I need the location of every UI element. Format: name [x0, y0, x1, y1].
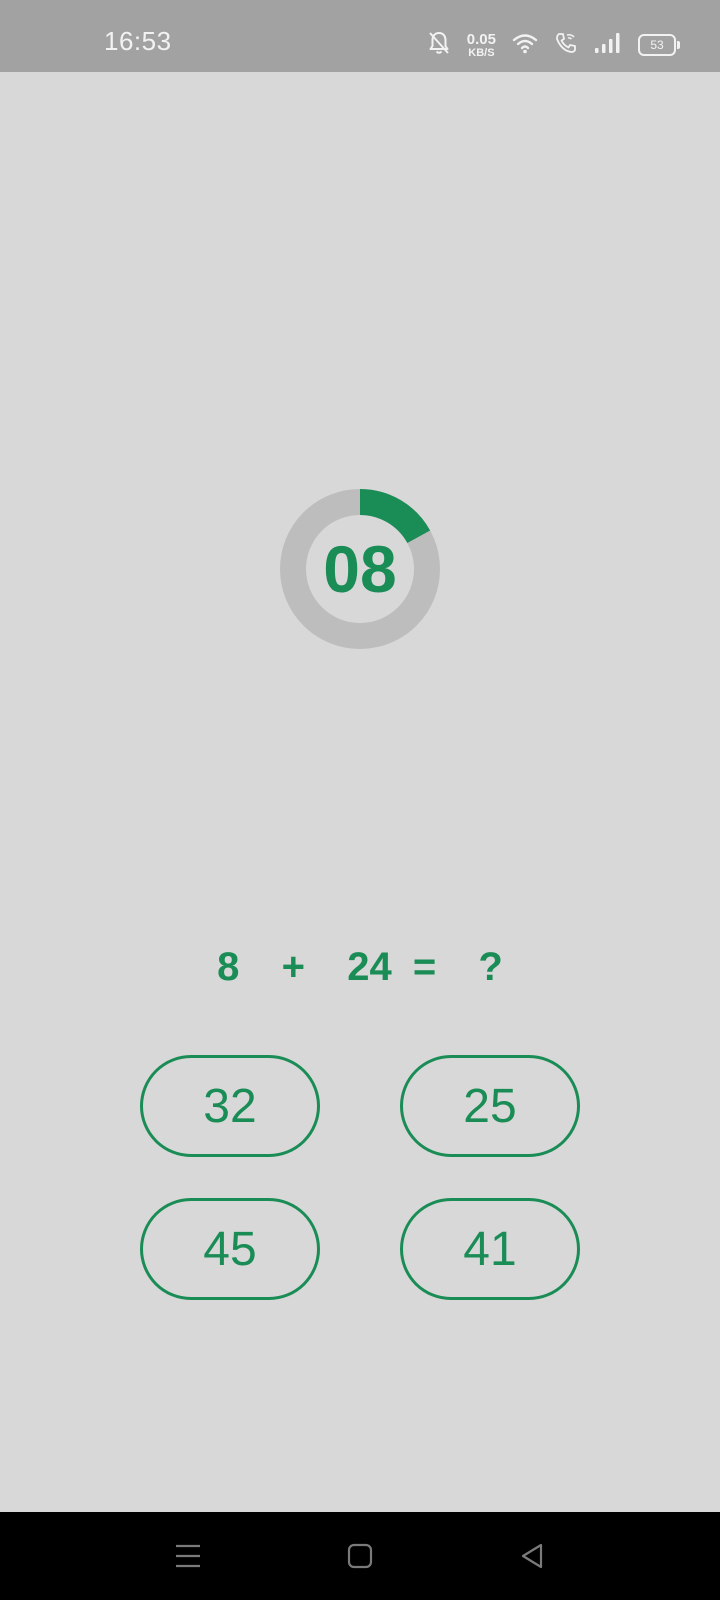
menu-icon [176, 1544, 200, 1568]
network-speed-value: 0.05 [466, 30, 496, 48]
math-question: 8 + 24 = ? [217, 945, 503, 989]
answer-button-2[interactable]: 25 [400, 1055, 580, 1157]
nav-menu-button[interactable] [164, 1532, 212, 1580]
network-speed-unit: KB/S [468, 46, 495, 59]
wifi-icon [512, 32, 538, 59]
app-screen: 16:53 0.05 KB/S 53 08 8 + 24 = ? 32 25 4… [0, 0, 720, 1600]
timer-value: 08 [323, 532, 397, 606]
wifi-call-icon [554, 31, 578, 60]
back-icon [521, 1543, 543, 1569]
answer-button-4[interactable]: 41 [400, 1198, 580, 1300]
network-speed: 0.05 KB/S [467, 32, 496, 59]
battery-level: 53 [650, 38, 664, 52]
nav-home-button[interactable] [336, 1532, 384, 1580]
bell-off-icon [427, 30, 451, 61]
status-bar: 16:53 0.05 KB/S 53 [0, 0, 720, 72]
status-icons: 0.05 KB/S 53 [427, 28, 680, 62]
answer-button-1[interactable]: 32 [140, 1055, 320, 1157]
countdown-timer: 08 [280, 489, 440, 649]
answer-button-3[interactable]: 45 [140, 1198, 320, 1300]
nav-back-button[interactable] [508, 1532, 556, 1580]
battery-icon: 53 [638, 34, 680, 56]
home-icon [347, 1543, 373, 1569]
navigation-bar [0, 1512, 720, 1600]
status-time: 16:53 [104, 26, 172, 56]
signal-icon [594, 32, 622, 59]
